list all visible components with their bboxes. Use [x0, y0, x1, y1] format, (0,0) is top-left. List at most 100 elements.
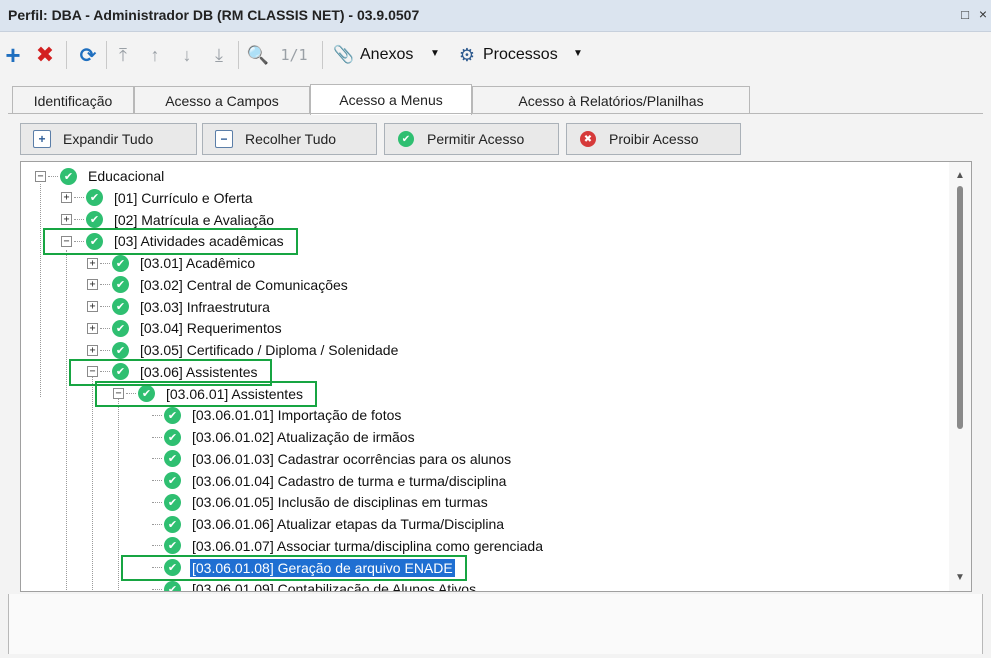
expand-node-icon[interactable]: + — [61, 192, 72, 204]
highlight-box — [121, 554, 467, 582]
expand-node-icon[interactable]: + — [87, 301, 98, 312]
check-circle-icon: ✔ — [164, 406, 181, 424]
tree-item[interactable]: ✔ [03.06.01.07] Associar turma/disciplina… — [139, 535, 545, 557]
tree-item[interactable]: + ✔ [02] Matrícula e Avaliação — [61, 209, 276, 231]
tree-connector-dots — [100, 262, 110, 264]
toolbar: + ✖ ⟳ ⤒ ↑ ↓ ⤓ 🔍 1/1 📎 Anexos ▼ ⚙ Process… — [0, 33, 991, 77]
paperclip-icon[interactable]: 📎 — [333, 43, 354, 67]
check-circle-icon: ✔ — [112, 276, 129, 294]
collapse-all-button[interactable]: − Recolher Tudo — [202, 123, 377, 155]
app-window: Perfil: DBA - Administrador DB (RM CLASS… — [0, 0, 991, 658]
collapse-node-icon[interactable]: − — [35, 170, 46, 182]
tree-connector-dots — [48, 175, 58, 177]
tree-connector-dots — [100, 306, 110, 307]
tab-identificacao[interactable]: Identificação — [12, 86, 134, 114]
tree-connector-dots — [152, 588, 162, 590]
tree-item-label: [03.05] Certificado / Diploma / Solenida… — [140, 342, 399, 358]
refresh-icon[interactable]: ⟳ — [76, 43, 100, 67]
tab-acesso-relatorios[interactable]: Acesso à Relatórios/Planilhas — [472, 86, 750, 114]
tree-item-label: [03.06.01.02] Atualização de irmãos — [192, 429, 415, 445]
tree-item[interactable]: + ✔ [03.05] Certificado / Diploma / Soleni… — [87, 339, 400, 361]
title-bar: Perfil: DBA - Administrador DB (RM CLASS… — [0, 0, 991, 32]
tree-connector-line — [40, 184, 41, 397]
highlight-box — [95, 380, 317, 408]
tree-item-label: [03.03] Infraestrutura — [140, 298, 270, 315]
scroll-down-icon[interactable]: ▼ — [955, 572, 965, 583]
deny-access-label: Proibir Acesso — [609, 131, 699, 147]
check-circle-icon: ✔ — [164, 450, 181, 468]
tree-item[interactable]: ✔ [03.06.01.06] Atualizar etapas da Turma… — [139, 513, 506, 535]
tree-item[interactable]: ✔ [03.06.01.05] Inclusão de disciplinas e… — [139, 491, 490, 513]
tree-connector-dots — [152, 458, 162, 460]
allow-access-label: Permitir Acesso — [427, 131, 525, 147]
tree-connector-line — [66, 250, 67, 591]
expand-node-icon[interactable]: + — [61, 214, 72, 225]
page-indicator: 1/1 — [280, 46, 308, 64]
toolbar-separator — [106, 41, 107, 69]
tree-item-label: [03.01] Acadêmico — [140, 255, 256, 271]
expand-node-icon[interactable]: + — [87, 322, 98, 334]
tree-item[interactable]: + ✔ [03.02] Central de Comunicações — [87, 274, 350, 296]
maximize-icon[interactable]: □ — [961, 7, 969, 22]
tree-item[interactable]: + ✔ [03.03] Infraestrutura — [87, 296, 272, 318]
tree-connector-dots — [100, 349, 110, 351]
toolbar-separator — [66, 41, 67, 69]
check-circle-icon: ✔ — [164, 515, 181, 533]
expand-tree-icon: + — [33, 130, 51, 148]
expand-node-icon[interactable]: + — [87, 344, 98, 356]
previous-record-icon[interactable]: ↑ — [144, 43, 166, 67]
processes-button[interactable]: Processos — [483, 46, 558, 64]
check-circle-icon: ✔ — [112, 254, 129, 272]
tree-item-label: [03.06.01.06] Atualizar etapas da Turma/… — [192, 516, 505, 532]
vertical-scrollbar[interactable]: ▲ ▼ — [949, 162, 971, 591]
tree-item-label: [03.06.01.04] Cadastro de turma e turma/… — [192, 472, 507, 489]
toolbar-separator — [322, 41, 323, 69]
tree-item[interactable]: + ✔ [01] Currículo e Oferta — [61, 187, 255, 209]
attachments-button[interactable]: Anexos — [360, 46, 413, 64]
tree-item[interactable]: ✔ [03.06.01.01] Importação de fotos — [139, 404, 403, 426]
deny-access-button[interactable]: ✖ Proibir Acesso — [566, 123, 741, 155]
search-icon[interactable]: 🔍 — [246, 43, 270, 67]
expand-all-button[interactable]: + Expandir Tudo — [20, 123, 197, 155]
tree-item[interactable]: + ✔ [03.01] Acadêmico — [87, 252, 257, 274]
tree-connector-line — [92, 377, 93, 591]
tree-connector-dots — [152, 523, 162, 525]
scrollbar-thumb[interactable] — [957, 186, 963, 429]
tree-item[interactable]: + ✔ [03.04] Requerimentos — [87, 317, 284, 339]
delete-icon[interactable]: ✖ — [34, 42, 56, 67]
check-circle-icon: ✔ — [112, 341, 129, 359]
tree-connector-dots — [100, 327, 110, 329]
close-icon[interactable]: × — [979, 6, 987, 22]
tree-item-label: [03.02] Central de Comunicações — [140, 276, 348, 293]
gear-icon[interactable]: ⚙ — [456, 43, 478, 67]
add-icon[interactable]: + — [2, 42, 24, 68]
first-record-icon[interactable]: ⤒ — [112, 43, 134, 67]
tree-item[interactable]: ✔ [03.06.01.02] Atualização de irmãos — [139, 426, 417, 448]
check-circle-icon: ✔ — [112, 298, 129, 315]
tree-connector-dots — [152, 545, 162, 547]
last-record-icon[interactable]: ⤓ — [208, 43, 230, 67]
tree-item-label: [03.06.01.09] Contabilização de Alunos A… — [192, 581, 477, 592]
toolbar-separator — [238, 41, 239, 69]
tree-connector-dots — [152, 480, 162, 481]
scroll-up-icon[interactable]: ▲ — [955, 170, 965, 181]
tree-item[interactable]: − ✔ Educacional — [35, 165, 166, 187]
tree-connector-dots — [152, 436, 162, 438]
expand-node-icon[interactable]: + — [87, 257, 98, 269]
expand-node-icon[interactable]: + — [87, 279, 98, 291]
tree-connector-line — [118, 398, 119, 591]
attachments-dropdown-icon[interactable]: ▼ — [430, 48, 440, 59]
processes-dropdown-icon[interactable]: ▼ — [573, 48, 583, 59]
next-record-icon[interactable]: ↓ — [176, 43, 198, 67]
tab-acesso-menus[interactable]: Acesso a Menus — [310, 84, 472, 115]
check-circle-icon: ✔ — [164, 537, 181, 555]
tree-item[interactable]: ✔ [03.06.01.04] Cadastro de turma e turma… — [139, 470, 508, 492]
tab-acesso-campos[interactable]: Acesso a Campos — [134, 86, 310, 114]
tree-connector-dots — [152, 414, 162, 416]
tree-item[interactable]: ✔ [03.06.01.03] Cadastrar ocorrências par… — [139, 448, 513, 470]
allow-access-button[interactable]: ✔ Permitir Acesso — [384, 123, 559, 155]
check-circle-icon: ✔ — [112, 319, 129, 337]
collapse-tree-icon: − — [215, 130, 233, 148]
tree-connector-dots — [74, 219, 84, 220]
menu-tree[interactable]: ▲ ▼ − ✔ Educacional + ✔ [01] Currículo e Ofer… — [20, 161, 972, 592]
